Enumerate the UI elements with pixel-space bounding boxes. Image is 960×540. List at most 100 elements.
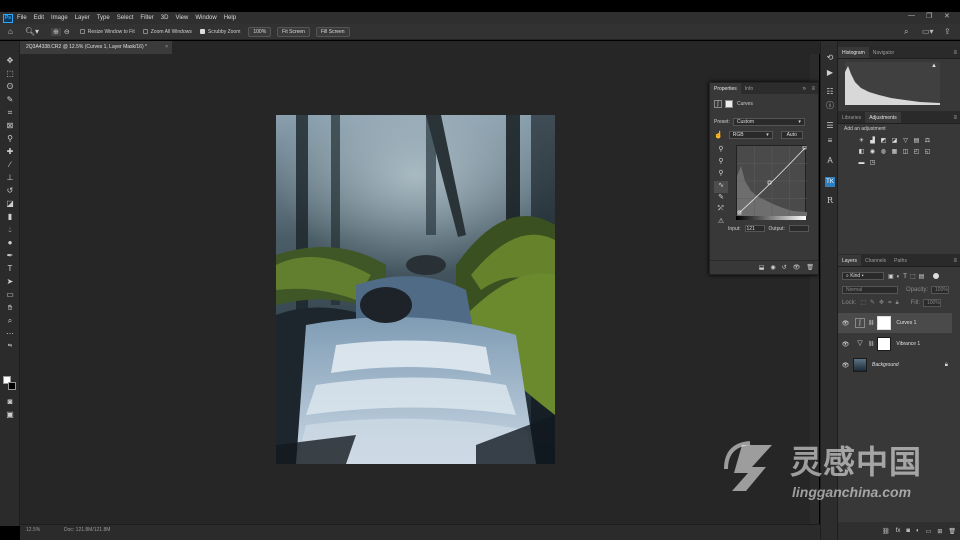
reset-icon[interactable]: ↺ (782, 264, 787, 271)
delete-icon[interactable]: 🗑︎ (806, 264, 814, 271)
more-tools-icon[interactable]: ⋯ (4, 328, 16, 339)
menu-select[interactable]: Select (117, 15, 134, 21)
zoom-100-button[interactable]: 100% (248, 26, 272, 37)
layer-name[interactable]: Background (872, 362, 899, 368)
share-icon[interactable]: ⇪ (944, 27, 951, 36)
layer-mask-icon[interactable] (725, 100, 733, 108)
marquee-tool-icon[interactable]: ⬚ (4, 68, 16, 79)
brightness-icon[interactable]: ☀ (858, 137, 866, 145)
link-icon[interactable]: ⛓ (868, 341, 874, 347)
history-brush-icon[interactable]: ↺ (4, 185, 16, 196)
kind-filter-select[interactable]: ⌕ Kind ▾ (842, 272, 884, 280)
background-color-swatch[interactable] (8, 382, 16, 390)
view-previous-icon[interactable]: ◉ (770, 264, 775, 271)
swap-colors-icon[interactable]: ⇆ (4, 341, 16, 352)
fill-screen-button[interactable]: Fill Screen (315, 26, 350, 37)
history-panel-icon[interactable]: ⟲ (825, 53, 835, 63)
tab-layers[interactable]: Layers (838, 255, 862, 266)
selective-color-icon[interactable]: ◳ (869, 159, 877, 167)
eraser-tool-icon[interactable]: ◪ (4, 198, 16, 209)
menu-file[interactable]: File (17, 15, 27, 21)
black-white-icon[interactable]: ◧ (858, 148, 866, 156)
status-doc-info[interactable]: Doc: 121.8M/121.8M (64, 527, 110, 533)
scrubby-zoom-option[interactable]: Scrubby Zoom (199, 29, 240, 35)
blend-mode-select[interactable]: Normal (842, 286, 898, 294)
color-lookup-icon[interactable]: ▦ (891, 148, 899, 156)
tab-properties[interactable]: Properties (710, 83, 741, 94)
menu-layer[interactable]: Layer (75, 15, 90, 21)
pen-tool-icon[interactable]: ✒ (4, 250, 16, 261)
white-point-eyedropper-icon[interactable]: ⚲ (714, 169, 728, 181)
tab-paths[interactable]: Paths (890, 255, 911, 266)
edit-points-icon[interactable]: ∿ (714, 181, 728, 193)
rectangle-tool-icon[interactable]: ▭ (4, 289, 16, 300)
layer-name[interactable]: Vibrance 1 (896, 341, 920, 347)
menu-filter[interactable]: Filter (140, 15, 153, 21)
output-field[interactable] (788, 225, 809, 232)
warning-icon[interactable]: ▲ (931, 63, 937, 69)
tab-info[interactable]: Info (741, 83, 757, 94)
fill-field[interactable]: 100% (922, 299, 941, 307)
tk-panel-icon[interactable]: TK (825, 177, 835, 187)
preset-select[interactable]: Custom ▾ (732, 118, 805, 126)
brush-settings-icon[interactable]: ≡ (825, 136, 835, 146)
close-window-button[interactable]: ✕ (944, 12, 950, 20)
clone-stamp-icon[interactable]: ⊥ (4, 172, 16, 183)
collapse-icon[interactable]: » (803, 83, 806, 95)
maximize-button[interactable]: ❐ (926, 12, 932, 20)
layer-name[interactable]: Curves 1 (896, 320, 916, 326)
character-panel-icon[interactable]: A (825, 156, 835, 166)
layer-mask-thumbnail[interactable] (877, 337, 892, 351)
document-tab[interactable]: 2Q3A4338.CR2 @ 12.5% (Curves 1, Layer Ma… (20, 41, 172, 54)
opacity-field[interactable]: 100% (931, 286, 950, 294)
curves-adjustment-icon[interactable]: ∫ (714, 100, 722, 108)
eye-icon[interactable]: 👁︎ (841, 320, 850, 327)
frame-tool-icon[interactable]: ⊠ (4, 120, 16, 131)
menu-type[interactable]: Type (97, 15, 110, 21)
color-balance-icon[interactable]: ⚖ (924, 137, 932, 145)
photo-filter-icon[interactable]: ◉ (869, 148, 877, 156)
channel-select[interactable]: RGB ▾ (728, 131, 773, 139)
panel-menu-icon[interactable]: ≡ (953, 47, 957, 59)
curves-graph[interactable] (736, 145, 807, 216)
search-icon[interactable]: ⌕ (904, 27, 908, 37)
visibility-icon[interactable]: 👁︎ (793, 264, 801, 271)
lock-icons[interactable]: ⬚✎✥⌗🔒︎ (860, 299, 902, 307)
eyedropper-tool-icon[interactable]: ⚲ (4, 133, 16, 144)
status-zoom[interactable]: 12.5% (26, 527, 40, 533)
vibrance-icon[interactable]: ▽ (902, 137, 910, 145)
quick-mask-icon[interactable]: ◙ (4, 396, 16, 407)
lasso-tool-icon[interactable]: ʘ (4, 81, 16, 92)
scrubby-zoom-checkbox[interactable] (199, 29, 205, 34)
zoom-out-icon[interactable]: ⊖ (64, 28, 70, 36)
menu-window[interactable]: Window (195, 15, 216, 21)
menu-help[interactable]: Help (224, 15, 236, 21)
workspace-icon[interactable]: ▭▾ (922, 27, 934, 36)
path-select-tool-icon[interactable]: ➤ (4, 276, 16, 287)
clip-to-layer-icon[interactable]: ⬓ (759, 264, 765, 271)
auto-button[interactable]: Auto (780, 131, 803, 139)
black-point-eyedropper-icon[interactable]: ⚲ (714, 145, 728, 157)
layer-row-background[interactable]: 👁︎ Background 🔒︎ (838, 355, 952, 375)
input-field[interactable]: 121 (744, 225, 765, 232)
resize-windows-checkbox[interactable] (79, 29, 85, 34)
tab-channels[interactable]: Channels (861, 255, 890, 266)
zoom-all-option[interactable]: Zoom All Windows (142, 29, 192, 35)
minimize-button[interactable]: — (908, 12, 915, 19)
hue-saturation-icon[interactable]: ▤ (913, 137, 921, 145)
menu-3d[interactable]: 3D (161, 15, 169, 21)
properties-panel-icon[interactable]: ☷ (825, 87, 835, 97)
panel-menu-icon[interactable]: ≡ (953, 112, 957, 124)
layer-row-vibrance[interactable]: 👁︎ ▽ ⛓ Vibrance 1 (838, 334, 952, 354)
hand-tool-icon[interactable]: ✋︎ (4, 302, 16, 313)
eye-icon[interactable]: 👁︎ (841, 362, 850, 369)
panel-menu-icon[interactable]: ≡ (811, 83, 815, 95)
dodge-tool-icon[interactable]: ● (4, 237, 16, 248)
tab-histogram[interactable]: Histogram (838, 47, 869, 58)
type-tool-icon[interactable]: T (4, 263, 16, 274)
move-tool-icon[interactable]: ✥ (4, 55, 16, 66)
zoom-tool-preset-icon[interactable]: 🔍︎▾ (25, 27, 39, 36)
close-document-icon[interactable]: × (165, 41, 168, 54)
zoom-all-checkbox[interactable] (142, 29, 148, 34)
filter-toggle-icon[interactable] (933, 273, 940, 279)
